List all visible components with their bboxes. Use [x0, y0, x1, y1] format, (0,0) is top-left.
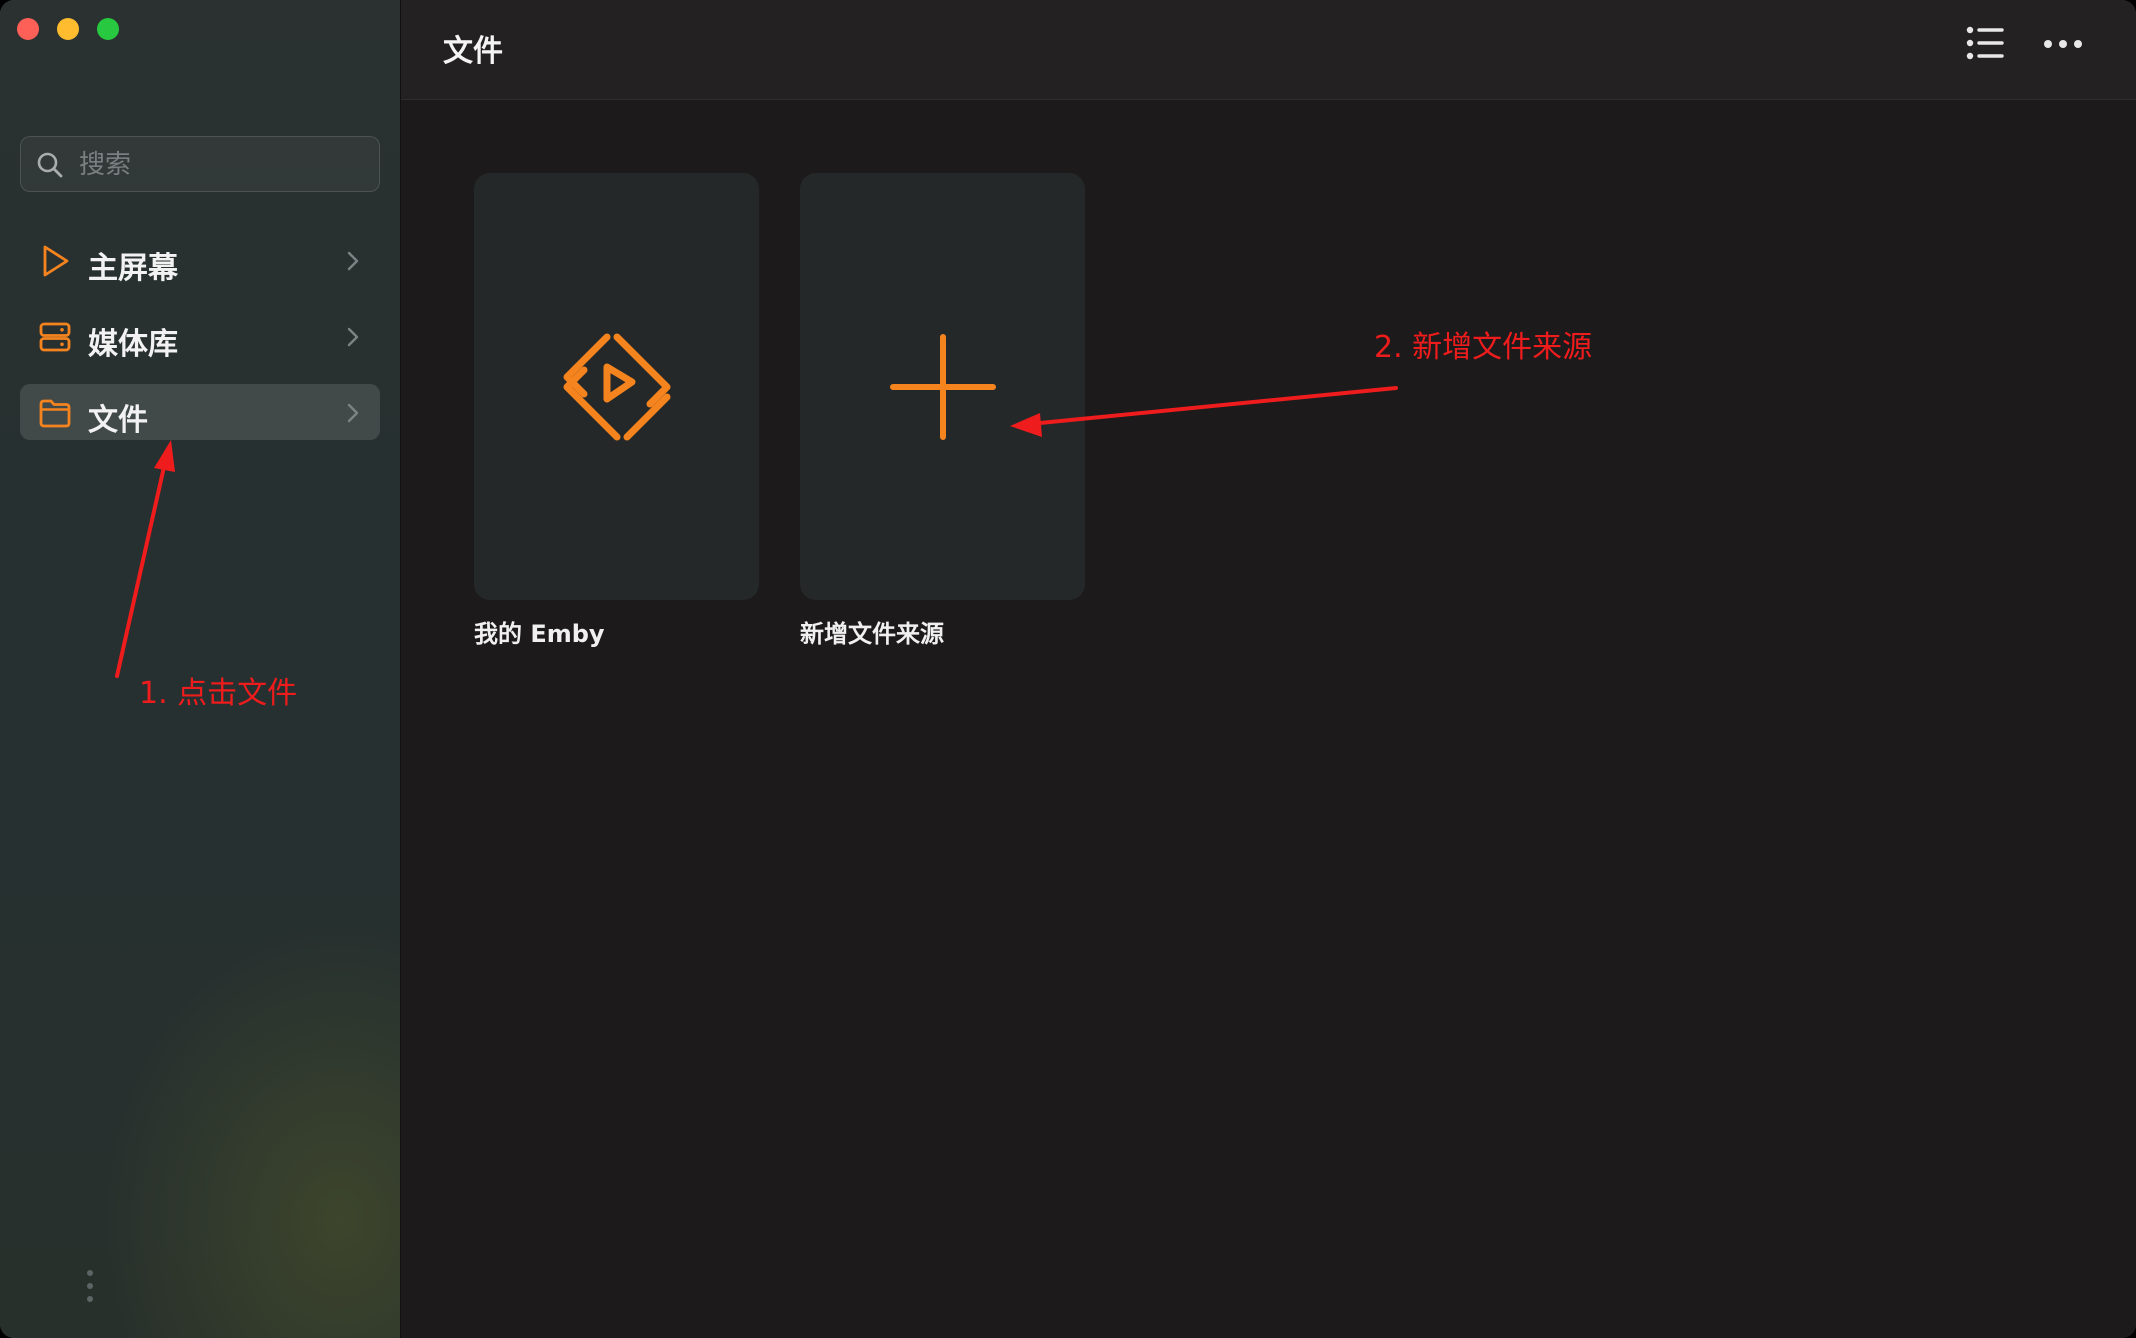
- list-view-icon[interactable]: [1963, 22, 2007, 66]
- sidebar-item-home[interactable]: 主屏幕: [20, 232, 380, 288]
- app-window: 主屏幕 媒体库 文件: [0, 0, 2136, 1338]
- window-maximize-button[interactable]: [97, 18, 119, 40]
- more-options-icon[interactable]: [2041, 22, 2085, 66]
- annotation-step1: 1. 点击文件: [139, 676, 298, 711]
- sidebar-item-files[interactable]: 文件: [20, 384, 380, 440]
- add-file-source-tile[interactable]: [800, 173, 1085, 600]
- plus-icon: [889, 333, 996, 440]
- sidebar-item-library[interactable]: 媒体库: [20, 308, 380, 364]
- sidebar-item-label: 媒体库: [88, 327, 178, 362]
- sidebar-item-label: 主屏幕: [88, 251, 178, 286]
- emby-logo-icon: [563, 333, 670, 440]
- toolbar: 文件: [401, 0, 2136, 100]
- page-title: 文件: [443, 34, 503, 69]
- annotation-step2: 2. 新增文件来源: [1374, 330, 1593, 365]
- tile-label: 新增文件来源: [800, 620, 944, 648]
- window-minimize-button[interactable]: [57, 18, 79, 40]
- window-close-button[interactable]: [17, 18, 39, 40]
- chevron-right-icon: [347, 327, 359, 347]
- server-stack-icon: [39, 322, 71, 352]
- search-input[interactable]: [77, 137, 371, 193]
- chevron-right-icon: [347, 403, 359, 423]
- search-icon: [37, 152, 63, 178]
- sidebar-item-label: 文件: [88, 403, 148, 438]
- play-triangle-icon: [43, 245, 69, 277]
- search-box[interactable]: [20, 136, 380, 193]
- chevron-right-icon: [347, 251, 359, 271]
- main-content: 文件 我的 Emby 新增文件来源: [401, 0, 2136, 1338]
- emby-server-tile[interactable]: [474, 173, 759, 600]
- sidebar-more-handle-icon[interactable]: [86, 1268, 94, 1304]
- folder-icon: [39, 399, 71, 428]
- tile-label: 我的 Emby: [474, 620, 605, 648]
